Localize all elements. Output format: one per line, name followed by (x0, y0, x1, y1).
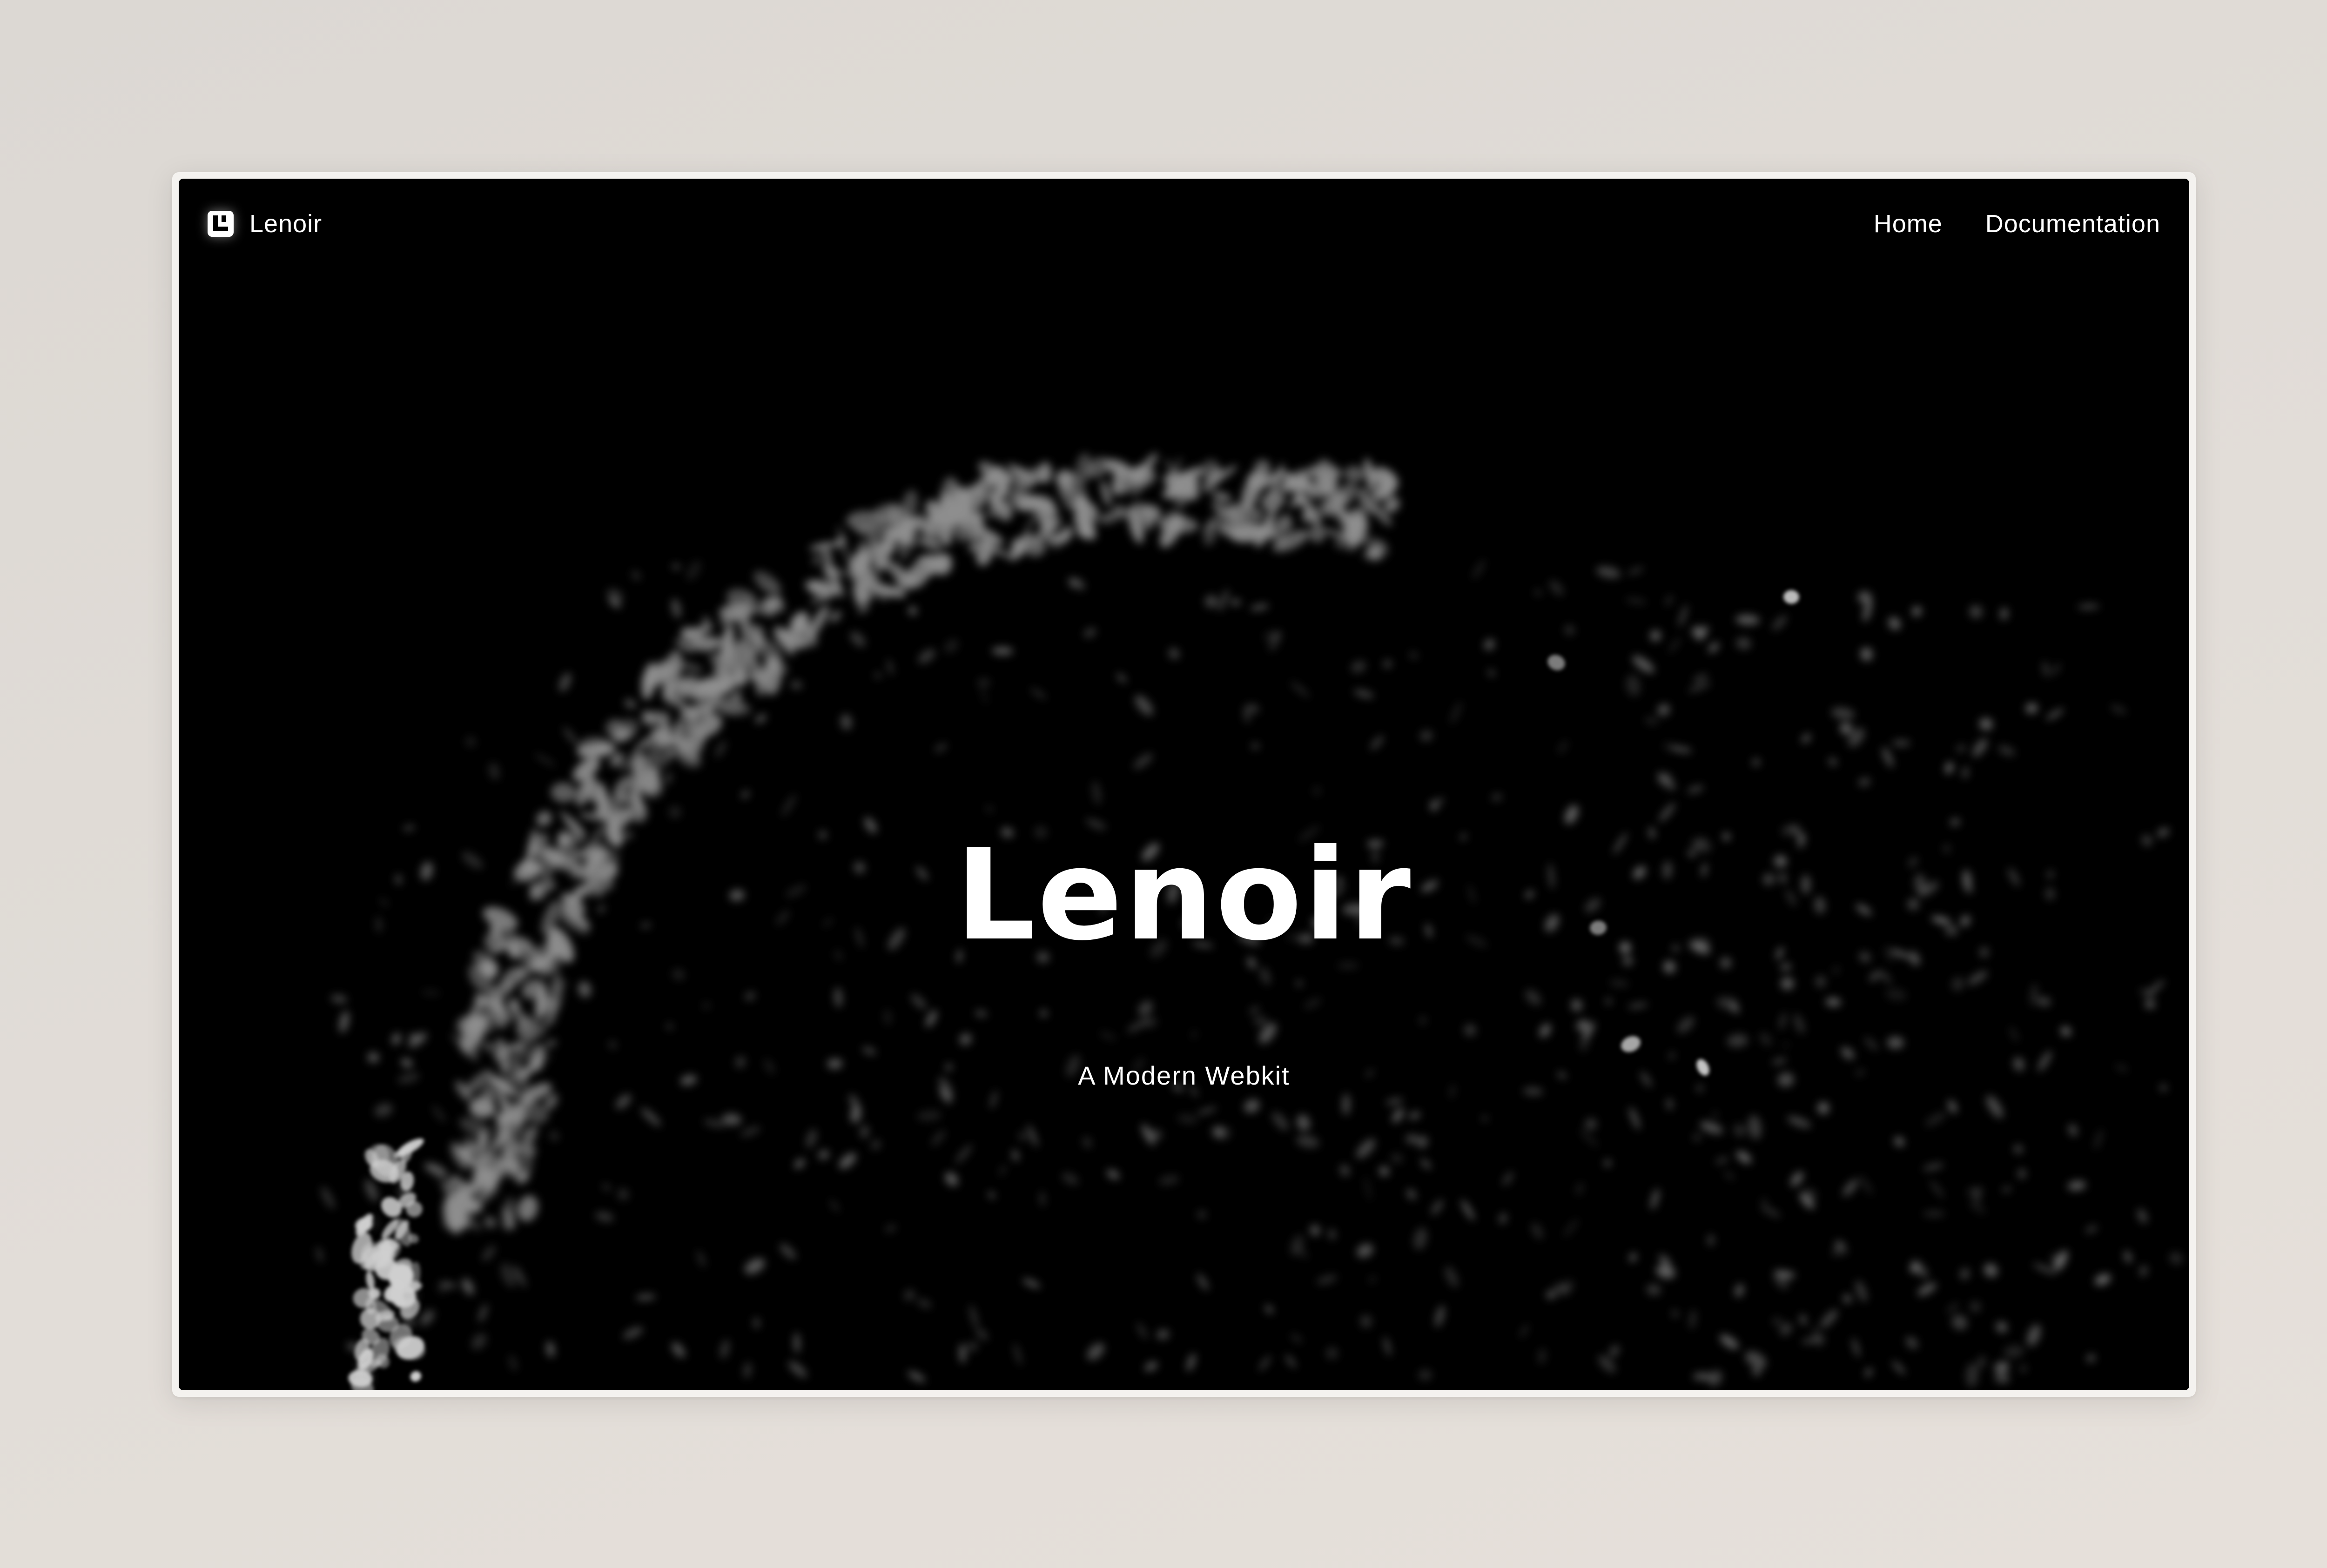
brand-name: Lenoir (249, 210, 323, 238)
hero-subtitle: A Modern Webkit (1078, 1061, 1290, 1090)
top-navigation: Lenoir Home Documentation (179, 179, 2189, 267)
nav-link-home[interactable]: Home (1874, 209, 1943, 238)
hero-title: Lenoir (955, 822, 1413, 968)
logo-icon (208, 211, 234, 237)
website-viewport: Lenoir Home Documentation Lenoir A Moder… (179, 179, 2189, 1390)
nav-link-documentation[interactable]: Documentation (1985, 209, 2160, 238)
brand[interactable]: Lenoir (208, 208, 322, 240)
nav-links: Home Documentation (1831, 208, 2160, 240)
particle-background (316, 453, 2183, 1390)
